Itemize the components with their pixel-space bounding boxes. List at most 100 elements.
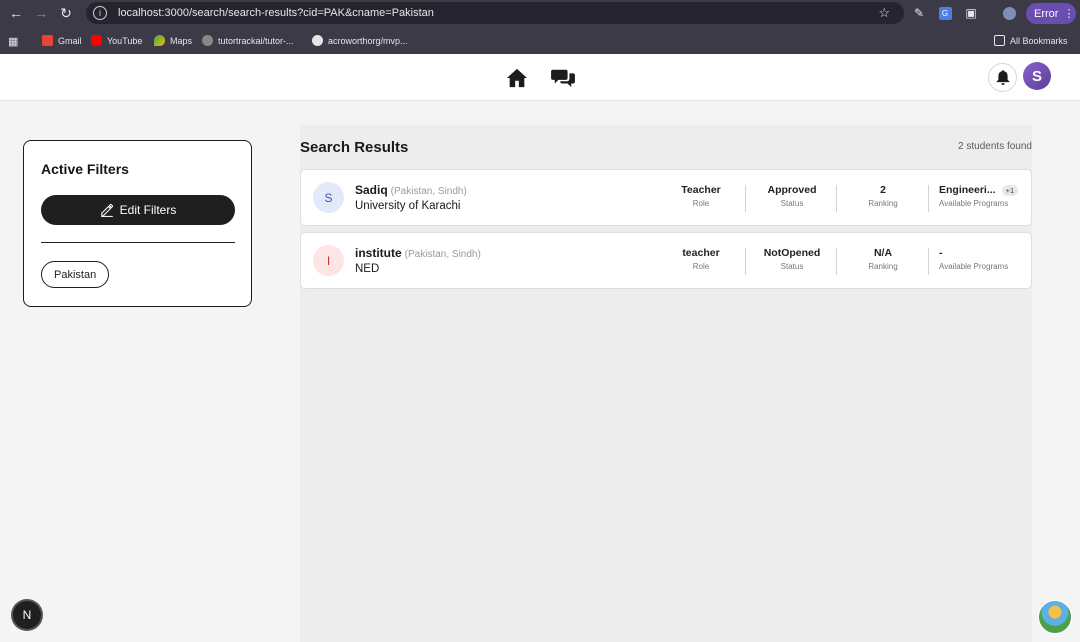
result-card[interactable]: I institute (Pakistan, Sindh) NED teacher…	[300, 232, 1032, 289]
programs-extra-badge[interactable]: +1	[1001, 184, 1019, 196]
pencil-icon	[100, 203, 113, 217]
extensions-icon[interactable]: ▣	[962, 4, 980, 22]
github-icon	[312, 35, 323, 46]
bookmarks-bar: ▦ Gmail YouTube Maps tutortrackai/tutor-…	[0, 27, 1080, 54]
programs-value: Engineeri...	[939, 184, 996, 196]
stat-divider	[745, 185, 746, 212]
edit-filters-label: Edit Filters	[119, 203, 177, 217]
role-stat: teacher Role	[656, 247, 746, 271]
dev-tools-badge[interactable]: N	[13, 601, 41, 629]
status-stat: NotOpened Status	[747, 247, 837, 271]
reload-icon[interactable]: ↻	[54, 1, 78, 25]
ranking-value: 2	[880, 184, 886, 196]
ranking-stat: N/A Ranking	[838, 247, 928, 271]
gmail-icon	[42, 35, 53, 46]
bookmark-gmail[interactable]: Gmail	[42, 35, 82, 46]
avatar: I	[313, 245, 344, 276]
all-bookmarks-label: All Bookmarks	[1010, 35, 1068, 46]
chat-icon[interactable]	[551, 67, 575, 89]
home-icon[interactable]	[506, 67, 528, 89]
folder-icon	[994, 35, 1005, 46]
stat-divider	[928, 248, 929, 275]
role-value: Teacher	[681, 184, 721, 196]
maps-icon	[154, 35, 165, 46]
programs-label: Available Programs	[939, 262, 1009, 271]
status-value: Approved	[767, 184, 817, 196]
programs-stat: Engineeri... +1 Available Programs	[939, 184, 1029, 208]
ranking-label: Ranking	[868, 199, 898, 208]
filters-title: Active Filters	[41, 161, 129, 177]
bookmark-star-icon[interactable]: ☆	[878, 5, 890, 21]
result-location: (Pakistan, Sindh)	[390, 186, 467, 197]
results-title: Search Results	[300, 139, 409, 156]
ranking-value: N/A	[873, 247, 893, 259]
avatar-letter: S	[1031, 67, 1042, 85]
translate-icon[interactable]: G	[936, 4, 954, 22]
programs-stat: - Available Programs	[939, 247, 1029, 271]
result-institution: NED	[355, 263, 380, 275]
youtube-icon	[91, 35, 102, 46]
bookmark-youtube[interactable]: YouTube	[91, 35, 142, 46]
ranking-label: Ranking	[868, 262, 898, 271]
address-bar[interactable]: i localhost:3000/search/search-results?c…	[86, 2, 904, 24]
role-value: teacher	[682, 247, 720, 259]
ranking-stat: 2 Ranking	[838, 184, 928, 208]
profile-icon[interactable]	[1000, 4, 1018, 22]
bookmark-label: Gmail	[58, 35, 82, 46]
role-stat: Teacher Role	[656, 184, 746, 208]
filters-divider	[41, 242, 235, 243]
filter-chip-label: Pakistan	[54, 268, 97, 281]
role-label: Role	[692, 199, 710, 208]
status-label: Status	[780, 262, 804, 271]
stat-divider	[836, 185, 837, 212]
assistant-avatar-icon[interactable]	[1038, 600, 1072, 634]
result-location: (Pakistan, Sindh)	[404, 249, 481, 260]
avatar-initial: S	[324, 190, 333, 205]
bookmark-label: acroworthorg/mvp...	[328, 35, 408, 46]
result-card[interactable]: S Sadiq (Pakistan, Sindh) University of K…	[300, 169, 1032, 226]
result-name[interactable]: institute	[355, 246, 402, 260]
status-stat: Approved Status	[747, 184, 837, 208]
filter-chip-pakistan[interactable]: Pakistan	[41, 261, 110, 288]
back-icon[interactable]: ←	[4, 1, 28, 25]
dev-badge-letter: N	[22, 608, 32, 622]
apps-grid-icon[interactable]: ▦	[8, 35, 18, 48]
forward-icon[interactable]: →	[29, 1, 53, 25]
status-value: NotOpened	[763, 247, 821, 259]
eyedropper-icon[interactable]: ✎	[910, 4, 928, 22]
result-name[interactable]: Sadiq	[355, 183, 388, 197]
kebab-menu-icon[interactable]: ⋮	[1063, 7, 1074, 20]
result-name-line: institute (Pakistan, Sindh)	[355, 246, 481, 260]
programs-value: -	[939, 247, 943, 259]
status-label: Status	[780, 199, 804, 208]
bookmark-label: tutortrackai/tutor-...	[218, 35, 294, 46]
bookmark-maps[interactable]: Maps	[154, 35, 192, 46]
avatar-initial: I	[326, 253, 331, 268]
bookmark-acroworth[interactable]: acroworthorg/mvp...	[312, 35, 408, 46]
profile-error-label: Error	[1034, 7, 1059, 20]
bookmark-tutortrack[interactable]: tutortrackai/tutor-...	[202, 35, 294, 46]
result-name-line: Sadiq (Pakistan, Sindh)	[355, 183, 467, 197]
role-label: Role	[692, 262, 710, 271]
url-text[interactable]: localhost:3000/search/search-results?cid…	[118, 7, 434, 19]
results-count: 2 students found	[958, 141, 1032, 152]
github-icon	[202, 35, 213, 46]
active-filters-panel: Active Filters Edit Filters Pakistan	[23, 140, 252, 307]
bookmark-label: Maps	[170, 35, 193, 46]
result-institution: University of Karachi	[355, 200, 461, 212]
avatar: S	[313, 182, 344, 213]
programs-label: Available Programs	[939, 199, 1009, 208]
browser-toolbar: ← → ↻ i localhost:3000/search/search-res…	[0, 0, 1080, 27]
stat-divider	[928, 185, 929, 212]
notifications-button[interactable]	[988, 63, 1017, 92]
stat-divider	[745, 248, 746, 275]
app-header: S	[0, 54, 1080, 101]
bell-icon	[996, 70, 1009, 85]
edit-filters-button[interactable]: Edit Filters	[41, 195, 235, 225]
all-bookmarks[interactable]: All Bookmarks	[994, 35, 1068, 46]
site-info-icon[interactable]: i	[93, 6, 107, 20]
user-avatar-button[interactable]: S	[1023, 62, 1051, 90]
bookmark-label: YouTube	[107, 35, 143, 46]
stat-divider	[836, 248, 837, 275]
profile-error-button[interactable]: Error ⋮	[1026, 3, 1076, 24]
